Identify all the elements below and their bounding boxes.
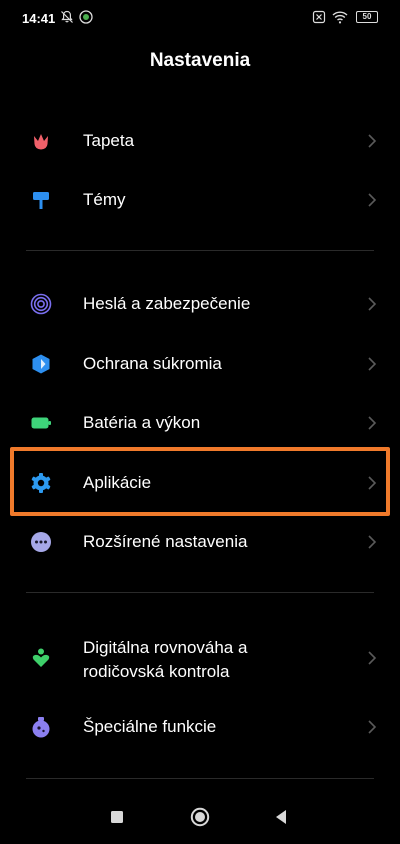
privacy-shield-icon [32,354,50,374]
chevron-right-icon [368,535,377,549]
paint-roller-icon [33,192,49,209]
navigation-bar [0,790,400,844]
chevron-right-icon [368,297,377,311]
chevron-right-icon [368,720,377,734]
battery-level: 50 [362,12,372,21]
settings-item-advanced-settings[interactable]: Rozšírené nastavenia [0,512,400,570]
wifi-icon [332,11,348,24]
heart-person-icon [32,648,50,667]
battery-icon [31,417,51,429]
fingerprint-icon [30,293,52,315]
sync-app-icon [79,10,93,24]
settings-item-label-line1: Digitálna rovnováha a [83,638,248,657]
recents-button[interactable] [110,810,124,824]
chevron-right-icon [368,357,377,371]
chevron-right-icon [368,651,377,665]
settings-item-label: Špeciálne funkcie [83,717,217,736]
chevron-right-icon [368,134,377,148]
settings-item-label: Batéria a výkon [83,413,201,432]
settings-item-label: Rozšírené nastavenia [83,532,248,551]
tulip-icon [34,134,48,150]
chevron-right-icon [368,193,377,207]
page-title: Nastavenia [149,50,251,71]
settings-item-label: Tapeta [83,131,135,150]
chevron-right-icon [368,416,377,430]
section-divider [26,592,374,593]
settings-item-special-features[interactable]: Špeciálne funkcie [0,697,400,755]
settings-item-themes[interactable]: Témy [0,170,400,228]
battery-indicator: 50 [356,11,378,23]
settings-item-label: Témy [83,190,126,209]
settings-item-digital-wellbeing[interactable]: Digitálna rovnováha a rodičovská kontrol… [0,626,400,690]
settings-item-label-line2: rodičovská kontrola [83,662,230,681]
section-divider [26,778,374,779]
settings-item-battery-performance[interactable]: Batéria a výkon [0,393,400,451]
settings-item-passwords-security[interactable]: Heslá a zabezpečenie [0,274,400,332]
back-button[interactable] [274,809,288,825]
section-divider [26,250,374,251]
settings-item-privacy[interactable]: Ochrana súkromia [0,334,400,392]
special-flask-icon [32,717,50,738]
home-button[interactable] [190,807,210,827]
settings-item-label: Ochrana súkromia [83,354,222,373]
status-time: 14:41 [22,11,56,26]
no-sim-icon [312,10,326,24]
notifications-muted-icon [61,10,73,23]
more-dots-icon [31,532,51,552]
highlight-frame [10,447,390,516]
status-bar: 14:41 50 [0,0,400,36]
settings-item-label: Digitálna rovnováha a rodičovská kontrol… [83,636,247,684]
settings-item-wallpaper[interactable]: Tapeta [0,111,400,169]
settings-item-label: Heslá a zabezpečenie [83,294,251,313]
